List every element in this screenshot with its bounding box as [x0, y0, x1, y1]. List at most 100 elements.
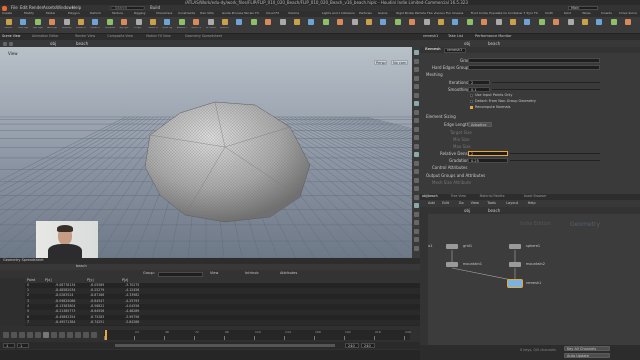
tab-geometry-spreadsheet[interactable]: Geometry Spreadsheet — [185, 34, 222, 38]
network-menu-add[interactable]: Add — [428, 201, 435, 206]
shelf-tool[interactable]: Caustic Light — [148, 19, 158, 32]
view-select[interactable]: View — [210, 271, 218, 276]
spreadsheet-node[interactable]: beach — [76, 264, 87, 269]
shelf-tool[interactable] — [580, 19, 590, 32]
houdini-logo-icon[interactable] — [2, 5, 7, 11]
shelf-tab-pyro-fx[interactable]: Pyro FX — [526, 12, 544, 15]
shelf-tab-populate-containers[interactable]: Populate Containers — [489, 12, 507, 15]
display-option-icon[interactable] — [413, 220, 419, 225]
shelf-tab-crowds[interactable]: Crowds — [601, 12, 619, 15]
network-tab[interactable]: Asset Browser — [524, 194, 547, 198]
relative-density-field[interactable]: 2 — [468, 151, 508, 156]
shelf-tool[interactable] — [407, 19, 417, 32]
gradation-field[interactable]: 0.25 — [468, 158, 508, 163]
shelf-tab-create[interactable]: Create — [2, 12, 23, 15]
playback-button-icon[interactable] — [75, 332, 81, 338]
display-option-icon[interactable] — [413, 67, 419, 72]
shelf-tab-wires[interactable]: Wires — [582, 12, 600, 15]
auto-update-button[interactable]: Auto Update — [564, 353, 610, 358]
shelf-tool[interactable] — [393, 19, 403, 32]
display-option-icon[interactable] — [413, 228, 419, 234]
shelf-tab-rigid-bodies[interactable]: Rigid Bodies — [396, 12, 414, 15]
shelf-tab-constraints[interactable]: Constraints — [178, 12, 199, 15]
playback-button-icon[interactable] — [83, 332, 89, 338]
playback-button-icon[interactable] — [59, 332, 65, 338]
shelf-tool[interactable]: Switcher — [220, 19, 230, 32]
shelf-tab-viscous-fluids[interactable]: Viscous Fluids — [434, 12, 452, 15]
desktop-select[interactable]: Main — [568, 6, 598, 10]
shelf-tab-particles[interactable]: Particles — [359, 12, 377, 15]
hard-edges-field[interactable] — [468, 65, 600, 70]
network-menu-help[interactable]: Help — [528, 201, 536, 206]
search-input[interactable]: Search — [110, 6, 145, 10]
node-mountain1[interactable] — [446, 262, 458, 267]
shelf-tab-rigging[interactable]: Rigging — [134, 12, 155, 15]
shelf-tool[interactable] — [364, 19, 374, 32]
shelf-tab-terrain-fx[interactable]: Terrain FX — [244, 12, 265, 15]
meshing-section[interactable]: Meshing — [426, 73, 443, 77]
use-input-points-checkbox[interactable] — [470, 94, 473, 97]
shelf-tool[interactable] — [450, 19, 460, 32]
display-option-icon[interactable] — [413, 109, 419, 115]
frame-end-field[interactable]: 240 — [345, 343, 359, 348]
attributes-select[interactable]: Attributes — [280, 271, 297, 276]
path-obj[interactable]: obj — [50, 41, 56, 46]
shelf-tab-guide-process[interactable]: Guide Process — [222, 12, 243, 15]
shelf-tool[interactable]: Environment Light — [105, 19, 115, 32]
network-menu-view[interactable]: View — [471, 201, 479, 206]
element-sizing-section[interactable]: Element Sizing — [426, 115, 456, 119]
tab-motion-fx-view[interactable]: Motion FX View — [146, 34, 170, 38]
shelf-tab-model[interactable]: Model — [46, 12, 67, 15]
network-tab[interactable]: Tree View — [451, 194, 466, 198]
network-path-obj[interactable]: obj — [464, 208, 470, 213]
shelf-tool[interactable] — [422, 19, 432, 32]
shelf-tool[interactable]: Camera — [4, 19, 14, 32]
playback-button-icon[interactable] — [91, 332, 97, 338]
shelf-tab-lights-and-cameras[interactable]: Lights and Cameras — [322, 12, 340, 15]
gradation-slider[interactable] — [510, 160, 600, 161]
shelf-tool[interactable]: VR Camera — [206, 19, 216, 32]
shelf-tab-drive-simulation[interactable]: Drive Simulation — [619, 12, 637, 15]
network-tab[interactable]: obj/beach — [422, 194, 438, 198]
display-option-icon[interactable] — [413, 75, 419, 81]
shelf-tab-fluid-containers[interactable]: Fluid Containers — [471, 12, 489, 15]
display-option-icon[interactable] — [413, 143, 419, 149]
iterations-field[interactable]: 2 — [468, 80, 490, 85]
network-tab[interactable]: Material Palette — [480, 194, 505, 198]
output-groups-section[interactable]: Output Groups and Attributes — [426, 174, 485, 178]
relative-density-slider[interactable] — [510, 153, 600, 154]
smoothing-field[interactable]: 0.1 — [468, 87, 490, 92]
tab-take-list[interactable]: Take List — [448, 34, 463, 39]
shelf-tab-characters[interactable]: Characters — [156, 12, 177, 15]
shelf-tool[interactable] — [494, 19, 504, 32]
shelf-tool[interactable]: Stereo Camera — [191, 19, 201, 32]
display-option-icon[interactable] — [413, 84, 419, 89]
shelf-tool[interactable]: Ambient Light — [177, 19, 187, 32]
shelf-tool[interactable]: Spot Light — [33, 19, 43, 32]
shelf-tab-solid[interactable]: Solid — [564, 12, 582, 15]
group-field[interactable] — [158, 271, 203, 277]
display-option-icon[interactable] — [413, 101, 419, 106]
frame-end2-field[interactable]: 240 — [361, 343, 375, 348]
shelf-tab-cloth[interactable]: Cloth — [545, 12, 563, 15]
display-option-icon[interactable] — [413, 58, 419, 64]
tab-geometry-spreadsheet[interactable]: Geometry Spreadsheet — [3, 258, 44, 263]
tab-scene-view[interactable]: Scene View — [2, 34, 20, 38]
shelf-tool[interactable] — [508, 19, 518, 32]
network-menu-edit[interactable]: Edit — [442, 201, 449, 206]
shelf-tool[interactable] — [465, 19, 475, 32]
shelf-tab-particle-fluids[interactable]: Particle Fluids — [415, 12, 433, 15]
display-option-icon[interactable] — [413, 118, 419, 123]
playback-button-icon[interactable] — [43, 332, 49, 338]
display-option-icon[interactable] — [413, 237, 419, 242]
node-grid1[interactable] — [446, 244, 458, 249]
shelf-tab-deform[interactable]: Deform — [90, 12, 111, 15]
display-option-icon[interactable] — [413, 211, 419, 217]
display-option-icon[interactable] — [413, 186, 419, 191]
smoothing-slider[interactable] — [492, 89, 600, 90]
playhead[interactable] — [105, 330, 107, 340]
param-path-obj[interactable]: obj — [464, 41, 470, 46]
intrinsic-select[interactable]: Intrinsic — [245, 271, 259, 276]
build-label[interactable]: Build — [150, 6, 160, 10]
display-option-icon[interactable] — [413, 169, 419, 174]
